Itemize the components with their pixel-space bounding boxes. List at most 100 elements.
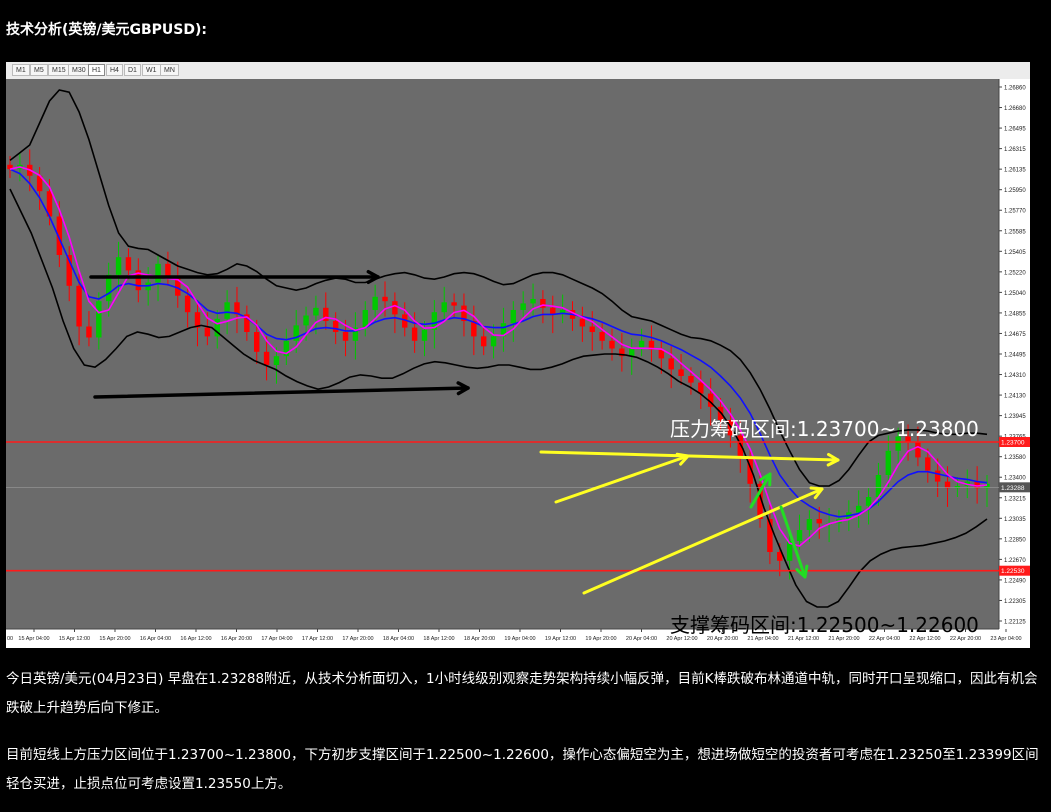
y-tick-label: 1.23580	[1004, 455, 1026, 461]
x-tick-label: 19 Apr 20:00	[585, 636, 616, 642]
y-tick-label: 1.26860	[1004, 86, 1026, 92]
candle-body	[855, 505, 862, 513]
candle-body	[411, 327, 418, 341]
timeframe-m15-button[interactable]: M15	[48, 64, 70, 76]
candle-body	[668, 358, 674, 370]
y-tick-label: 1.25585	[1004, 229, 1026, 235]
candle-body	[688, 376, 694, 383]
y-tick-label: 1.23400	[1004, 476, 1026, 482]
resistance-price-tag: 1.23700	[1001, 440, 1025, 447]
current-price-tag: 1.23288	[1001, 485, 1025, 492]
timeframe-m1-button[interactable]: M1	[12, 64, 30, 76]
y-tick-label: 1.25405	[1004, 250, 1026, 256]
candle-body	[76, 285, 82, 327]
candle-body	[342, 332, 349, 341]
candle-body	[451, 302, 457, 306]
analysis-paragraph-1: 今日英镑/美元(04月23日) 早盘在1.23288附近，从技术分析面切入，1小…	[6, 671, 1038, 716]
candle-body	[105, 274, 112, 302]
timeframe-mn-button[interactable]: MN	[160, 64, 179, 76]
candle-body	[372, 296, 378, 310]
candle-body	[125, 257, 132, 271]
x-tick-label: 15 Apr 20:00	[99, 636, 130, 642]
candle-body	[796, 530, 803, 541]
resistance-zone-label: 压力筹码区间:1.23700~1.23800	[670, 417, 979, 441]
x-first-label: 00	[7, 636, 13, 642]
candle-body	[579, 318, 586, 327]
timeframe-h4-button[interactable]: H4	[106, 64, 123, 76]
candle-body	[165, 263, 171, 277]
timeframe-m30-button[interactable]: M30	[68, 64, 90, 76]
candle-body	[204, 327, 211, 337]
candle-body	[332, 321, 339, 332]
y-tick-label: 1.26680	[1004, 106, 1026, 112]
y-tick-label: 1.22670	[1004, 558, 1026, 564]
candle-body	[421, 329, 428, 341]
x-tick-label: 19 Apr 12:00	[545, 636, 576, 642]
candle-body	[224, 302, 230, 319]
x-tick-label: 15 Apr 04:00	[18, 636, 49, 642]
x-tick-label: 16 Apr 12:00	[180, 636, 211, 642]
candle-body	[678, 369, 684, 376]
y-tick-label: 1.23945	[1004, 414, 1026, 420]
candle-body	[609, 340, 615, 349]
timeframe-toolbar: M1 M5 M15 M30 H1 H4 D1 W1 MN	[6, 62, 1030, 80]
candle-body	[303, 315, 309, 326]
y-tick-label: 1.22490	[1004, 578, 1026, 584]
chart-window: M1 M5 M15 M30 H1 H4 D1 W1 MN 1.26860 1.26680 1.264…	[6, 62, 1030, 648]
y-tick-label: 1.24495	[1004, 353, 1026, 359]
y-tick-label: 1.22850	[1004, 537, 1026, 543]
candle-body	[934, 470, 941, 482]
x-tick-label: 23 Apr 04:00	[990, 636, 1021, 642]
candle-body	[313, 307, 319, 316]
x-tick-label: 16 Apr 20:00	[221, 636, 252, 642]
candle-body	[86, 326, 92, 338]
candle-body	[806, 519, 813, 530]
timeframe-d1-button[interactable]: D1	[124, 64, 141, 76]
y-tick-label: 1.24675	[1004, 332, 1026, 338]
y-tick-label: 1.23035	[1004, 517, 1026, 523]
candle-body	[392, 301, 398, 315]
x-tick-label: 17 Apr 20:00	[342, 636, 373, 642]
candle-body	[155, 263, 161, 283]
candle-body	[885, 450, 892, 475]
x-tick-label: 18 Apr 12:00	[423, 636, 454, 642]
candle-body	[915, 442, 921, 458]
candle-body	[865, 497, 872, 506]
candle-body	[273, 356, 280, 365]
x-tick-label: 18 Apr 20:00	[464, 636, 495, 642]
support-price-tag: 1.22530	[1001, 568, 1025, 575]
y-tick-label: 1.24855	[1004, 311, 1026, 317]
candle-body	[510, 310, 517, 324]
candle-body	[530, 299, 536, 304]
y-tick-label: 1.25220	[1004, 270, 1026, 276]
y-tick-label: 1.25950	[1004, 188, 1026, 194]
x-tick-label: 18 Apr 04:00	[383, 636, 414, 642]
x-tick-label: 16 Apr 04:00	[140, 636, 171, 642]
page-heading: 技术分析(英镑/美元GBPUSD):	[6, 22, 208, 38]
candle-body	[115, 257, 122, 275]
candle-body	[480, 336, 487, 347]
candle-body	[638, 340, 645, 348]
candle-body	[263, 351, 270, 365]
timeframe-w1-button[interactable]: W1	[142, 64, 161, 76]
y-tick-label: 1.25770	[1004, 209, 1026, 215]
candle-body	[490, 336, 497, 347]
y-tick-label: 1.26135	[1004, 168, 1026, 174]
y-tick-label: 1.24310	[1004, 373, 1026, 379]
y-tick-label: 1.24130	[1004, 394, 1026, 400]
candle-body	[441, 302, 447, 313]
plot-area	[6, 79, 999, 629]
y-tick-label: 1.25040	[1004, 291, 1026, 297]
x-tick-label: 17 Apr 04:00	[261, 636, 292, 642]
candle-body	[520, 303, 526, 310]
candle-body	[96, 301, 102, 338]
candle-body	[589, 326, 595, 332]
timeframe-m5-button[interactable]: M5	[30, 64, 48, 76]
y-tick-label: 1.26495	[1004, 127, 1026, 133]
x-tick-label: 15 Apr 12:00	[59, 636, 90, 642]
x-tick-label: 19 Apr 04:00	[504, 636, 535, 642]
timeframe-h1-button[interactable]: H1	[88, 64, 105, 76]
candle-body	[254, 332, 260, 352]
x-tick-label: 20 Apr 04:00	[626, 636, 657, 642]
support-zone-label: 支撑筹码区间:1.22500~1.22600	[670, 613, 979, 637]
